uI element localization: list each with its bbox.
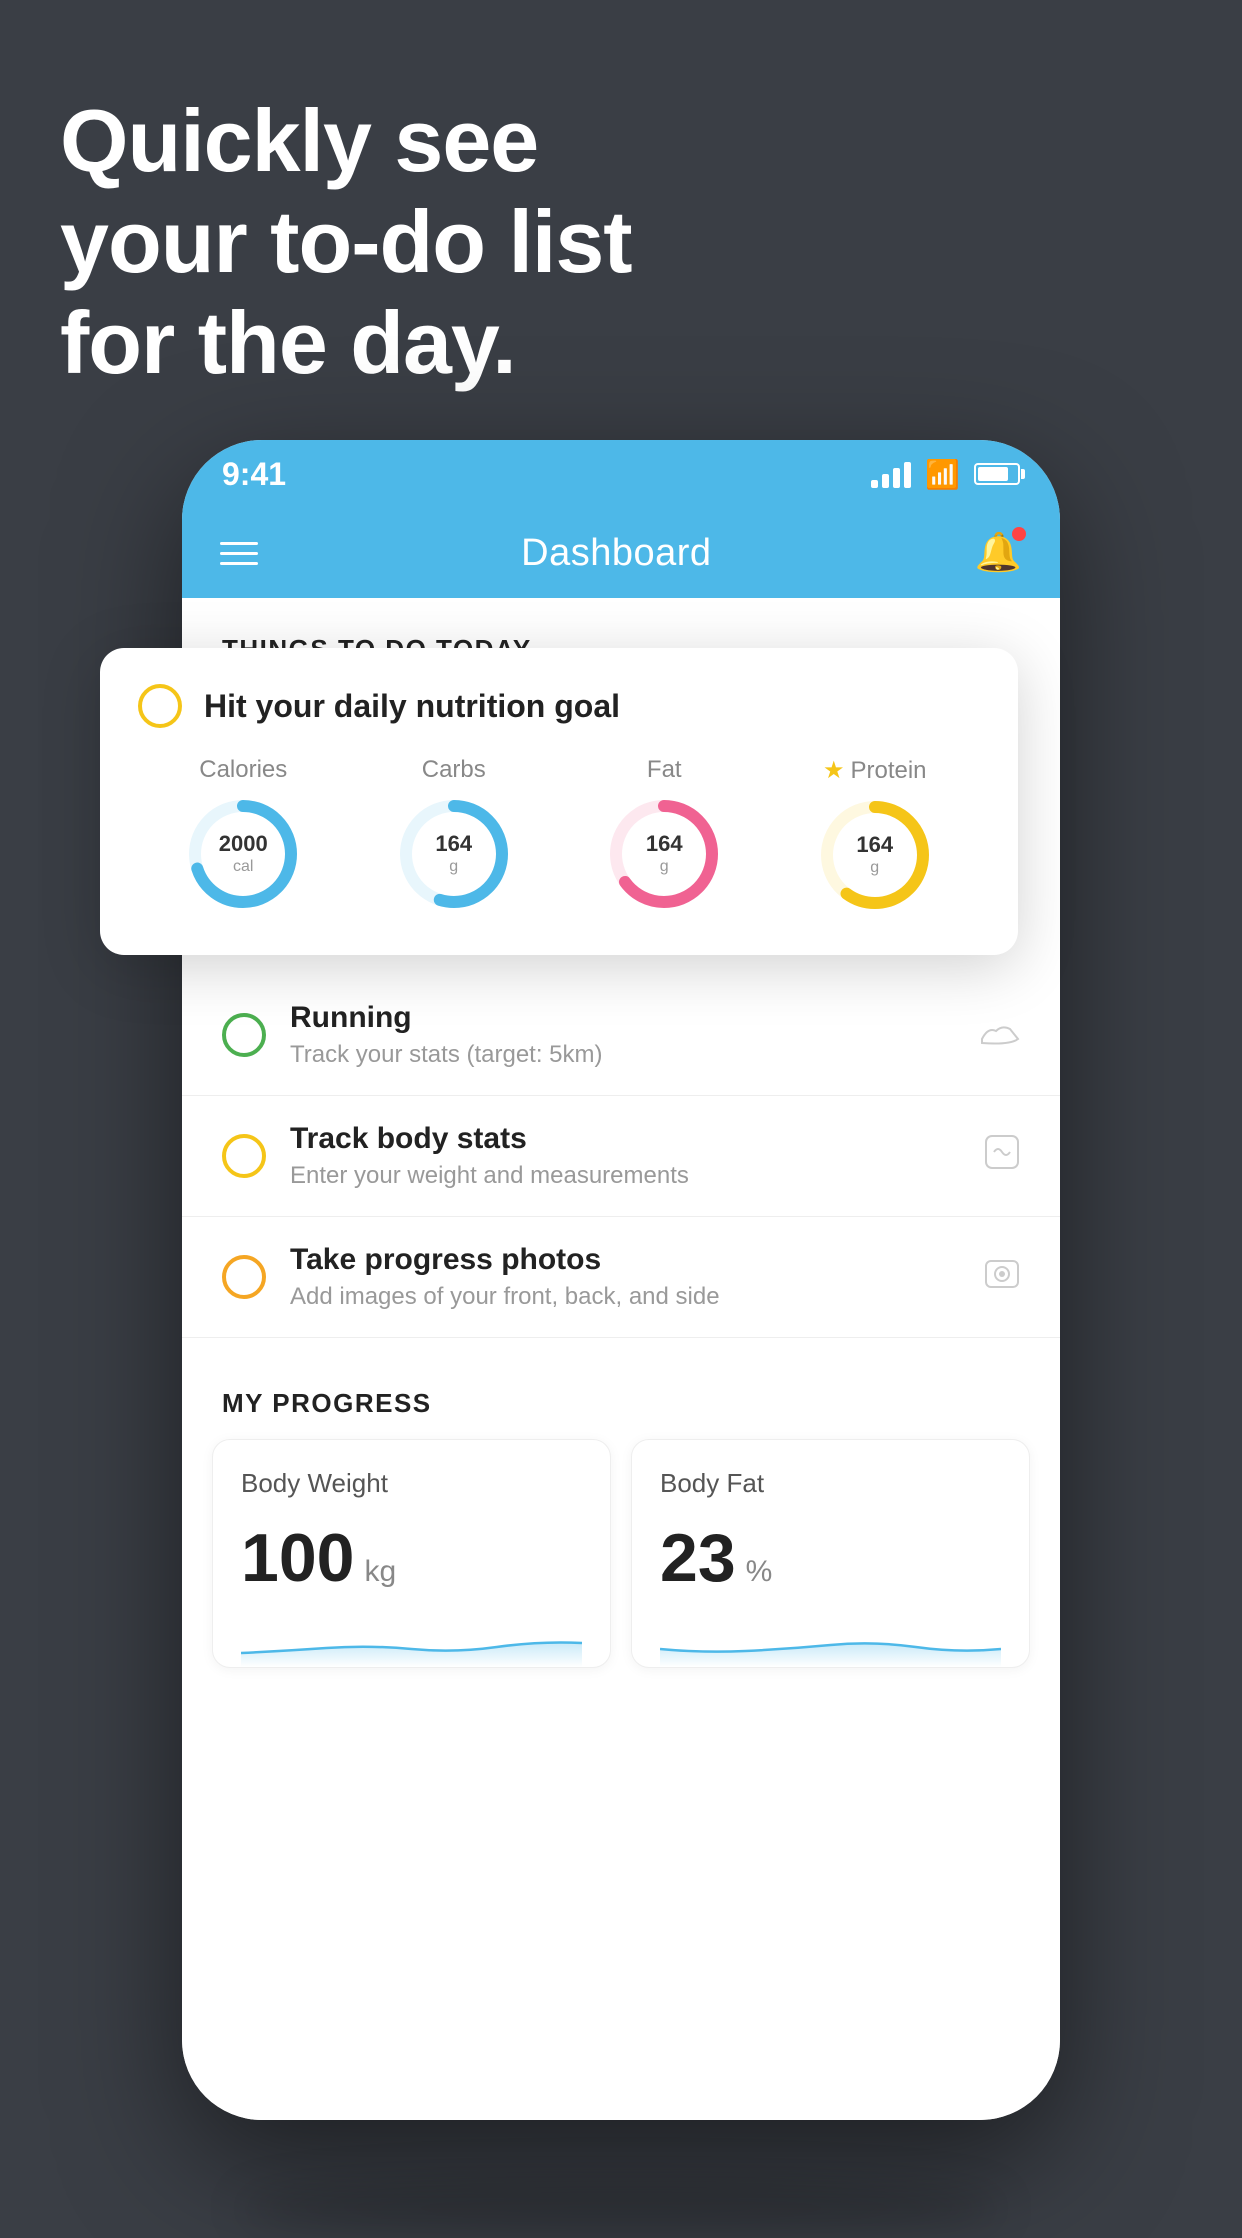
todo-photos-title: Take progress photos [290, 1243, 960, 1277]
fat-label: Fat [647, 756, 682, 784]
todo-photos-text: Take progress photos Add images of your … [290, 1243, 960, 1311]
body-weight-card[interactable]: Body Weight 100 kg [212, 1439, 611, 1668]
radio-body-stats[interactable] [222, 1134, 266, 1178]
carbs-donut: 164 g [394, 794, 514, 914]
status-icons: 📶 [871, 458, 1020, 491]
headline: Quickly see your to-do list for the day. [60, 90, 632, 394]
todo-running-text: Running Track your stats (target: 5km) [290, 1001, 956, 1069]
carbs-value: 164 g [435, 831, 472, 877]
todo-item-body-stats[interactable]: Track body stats Enter your weight and m… [182, 1096, 1060, 1217]
headline-line3: for the day. [60, 292, 632, 393]
app-header: Dashboard 🔔 [182, 508, 1060, 598]
calories-value: 2000 cal [219, 831, 268, 877]
radio-running[interactable] [222, 1013, 266, 1057]
calories-donut: 2000 cal [183, 794, 303, 914]
wifi-icon: 📶 [925, 458, 960, 491]
header-title: Dashboard [521, 532, 711, 575]
scale-icon [984, 1134, 1020, 1179]
body-fat-chart [660, 1613, 1001, 1667]
headline-line2: your to-do list [60, 191, 632, 292]
body-weight-chart [241, 1613, 582, 1667]
todo-list: Running Track your stats (target: 5km) T… [182, 975, 1060, 1338]
body-fat-title: Body Fat [660, 1468, 1001, 1499]
protein-label: ★ Protein [823, 756, 927, 785]
hamburger-icon[interactable] [220, 542, 258, 565]
notification-dot [1012, 527, 1026, 541]
calories-label: Calories [199, 756, 287, 784]
carbs-label: Carbs [422, 756, 486, 784]
progress-section: MY PROGRESS Body Weight 100 kg [182, 1338, 1060, 1668]
body-weight-value: 100 kg [241, 1519, 582, 1597]
fat-value: 164 g [646, 831, 683, 877]
todo-item-photos[interactable]: Take progress photos Add images of your … [182, 1217, 1060, 1338]
body-fat-card[interactable]: Body Fat 23 % [631, 1439, 1030, 1668]
nutrition-radio[interactable] [138, 684, 182, 728]
protein-value: 164 g [856, 832, 893, 878]
todo-body-stats-subtitle: Enter your weight and measurements [290, 1162, 960, 1190]
star-icon: ★ [823, 756, 845, 785]
body-fat-value: 23 % [660, 1519, 1001, 1597]
nutrition-card-title: Hit your daily nutrition goal [204, 688, 620, 725]
battery-icon [974, 463, 1020, 485]
progress-cards: Body Weight 100 kg [182, 1439, 1060, 1668]
metric-carbs: Carbs 164 g [394, 756, 514, 914]
protein-donut: 164 g [815, 795, 935, 915]
status-bar: 9:41 📶 [182, 440, 1060, 508]
shoe-icon [980, 1014, 1020, 1056]
headline-line1: Quickly see [60, 90, 632, 191]
todo-body-stats-title: Track body stats [290, 1122, 960, 1156]
metric-protein: ★ Protein 164 g [815, 756, 935, 915]
status-time: 9:41 [222, 456, 286, 493]
nutrition-card-header: Hit your daily nutrition goal [138, 684, 980, 728]
body-fat-unit: % [746, 1555, 773, 1589]
card-shadow [241, 2178, 1001, 2238]
todo-running-title: Running [290, 1001, 956, 1035]
todo-item-running[interactable]: Running Track your stats (target: 5km) [182, 975, 1060, 1096]
nutrition-metrics: Calories 2000 cal Carbs [138, 756, 980, 915]
metric-fat: Fat 164 g [604, 756, 724, 914]
todo-photos-subtitle: Add images of your front, back, and side [290, 1283, 960, 1311]
body-weight-unit: kg [364, 1555, 396, 1589]
bell-icon[interactable]: 🔔 [975, 531, 1022, 575]
nutrition-card[interactable]: Hit your daily nutrition goal Calories 2… [100, 648, 1018, 955]
photo-icon [984, 1255, 1020, 1300]
signal-icon [871, 460, 911, 488]
progress-header: MY PROGRESS [182, 1388, 1060, 1439]
fat-donut: 164 g [604, 794, 724, 914]
todo-body-stats-text: Track body stats Enter your weight and m… [290, 1122, 960, 1190]
body-weight-title: Body Weight [241, 1468, 582, 1499]
todo-running-subtitle: Track your stats (target: 5km) [290, 1041, 956, 1069]
radio-photos[interactable] [222, 1255, 266, 1299]
metric-calories: Calories 2000 cal [183, 756, 303, 914]
